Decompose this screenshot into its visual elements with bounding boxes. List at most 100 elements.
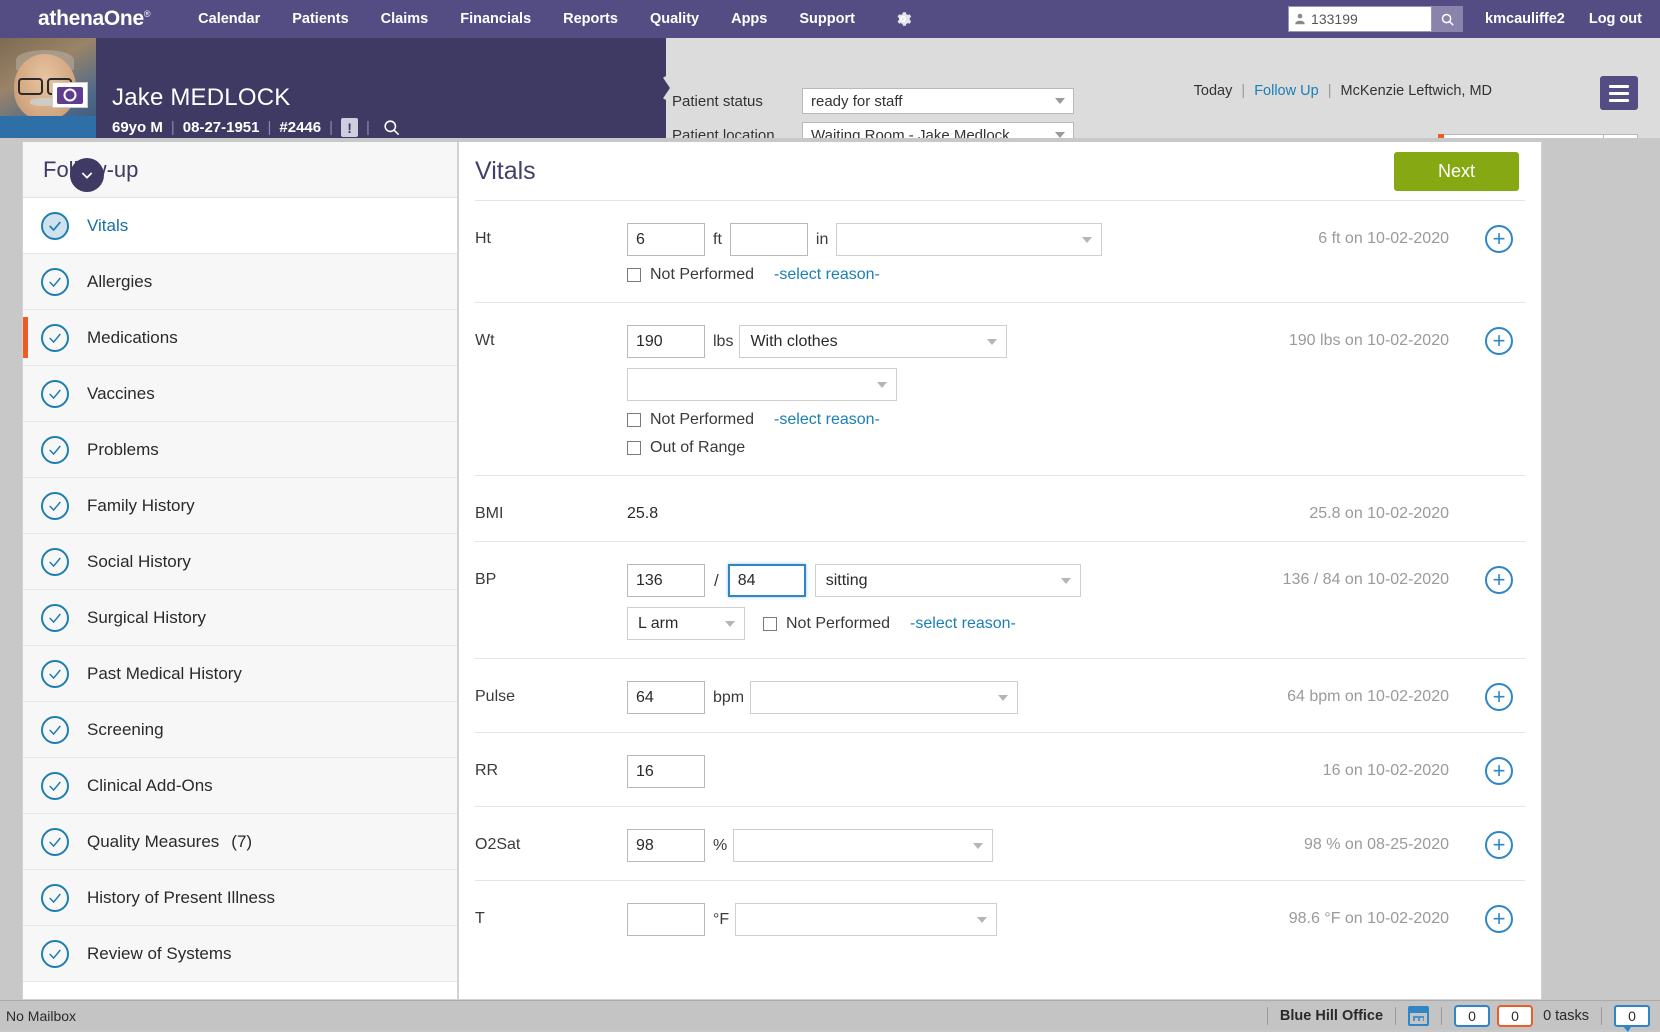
patient-search-box[interactable]: [1288, 6, 1432, 32]
nav-item-apps[interactable]: Apps: [715, 11, 783, 27]
chevron-down-icon: [725, 621, 735, 627]
sidebar-item-label: Allergies: [87, 272, 152, 292]
sidebar-item-review-of-systems[interactable]: Review of Systems: [23, 926, 457, 982]
divider: |: [366, 119, 370, 136]
respiratory-rate-input[interactable]: [627, 755, 705, 788]
patient-status-row: Patient status ready for staff: [672, 88, 1074, 114]
plus-circle-icon[interactable]: +: [1485, 566, 1513, 594]
gear-icon[interactable]: [891, 7, 915, 31]
alert-icon[interactable]: !: [341, 118, 358, 137]
calendar-icon[interactable]: [1408, 1006, 1429, 1026]
o2sat-method-select[interactable]: [733, 829, 993, 862]
weight-not-performed-checkbox[interactable]: [627, 413, 641, 427]
sidebar-item-allergies[interactable]: Allergies: [23, 254, 457, 310]
messages-badge[interactable]: 0: [1614, 1005, 1650, 1027]
bp-position-value: sitting: [826, 572, 868, 590]
check-circle-icon: [41, 268, 69, 296]
patient-status-select[interactable]: ready for staff: [802, 88, 1074, 114]
bp-diastolic-input[interactable]: [728, 564, 806, 597]
weight-clothing-select[interactable]: With clothes: [739, 325, 1007, 358]
height-not-performed-checkbox[interactable]: [627, 268, 641, 282]
height-inches-input[interactable]: [730, 223, 808, 256]
status-bar: No Mailbox Blue Hill Office 0 0 0 tasks …: [0, 1000, 1660, 1030]
height-inches-unit: in: [816, 231, 828, 249]
office-label: Blue Hill Office: [1280, 1008, 1383, 1024]
temperature-input[interactable]: [627, 903, 705, 936]
nav-item-support[interactable]: Support: [783, 11, 871, 27]
temperature-method-select[interactable]: [735, 903, 997, 936]
plus-circle-icon[interactable]: +: [1485, 757, 1513, 785]
app-logo-text: athenaOne: [38, 7, 144, 30]
sidebar-item-vitals[interactable]: Vitals: [23, 198, 457, 254]
camera-icon[interactable]: [52, 82, 88, 108]
weight-select-reason-link[interactable]: -select reason-: [774, 411, 880, 429]
bp-not-performed-checkbox[interactable]: [763, 617, 777, 631]
sidebar-item-screening[interactable]: Screening: [23, 702, 457, 758]
pulse-method-select[interactable]: [750, 681, 1018, 714]
plus-circle-icon[interactable]: +: [1485, 831, 1513, 859]
sidebar-item-surgical-history[interactable]: Surgical History: [23, 590, 457, 646]
weight-out-of-range-checkbox[interactable]: [627, 441, 641, 455]
nav-item-claims[interactable]: Claims: [365, 11, 445, 27]
sidebar-item-clinical-add-ons[interactable]: Clinical Add-Ons: [23, 758, 457, 814]
bp-select-reason-link[interactable]: -select reason-: [910, 615, 1016, 633]
plus-circle-icon[interactable]: +: [1485, 905, 1513, 933]
search-input[interactable]: [1311, 7, 1431, 31]
menu-line: [1609, 92, 1629, 95]
height-feet-input[interactable]: [627, 223, 705, 256]
bp-systolic-input[interactable]: [627, 564, 705, 597]
height-method-select[interactable]: [836, 223, 1102, 256]
sidebar-item-social-history[interactable]: Social History: [23, 534, 457, 590]
plus-circle-icon[interactable]: +: [1485, 225, 1513, 253]
check-circle-icon: [41, 884, 69, 912]
count-badge-orange[interactable]: 0: [1497, 1005, 1533, 1027]
context-visit-type[interactable]: Follow Up: [1254, 83, 1318, 99]
not-performed-label: Not Performed: [650, 266, 754, 284]
search-icon[interactable]: [1432, 6, 1463, 32]
app-logo[interactable]: athenaOne®: [38, 7, 150, 31]
sidebar-item-vaccines[interactable]: Vaccines: [23, 366, 457, 422]
sidebar-item-label: History of Present Illness: [87, 888, 275, 908]
hamburger-menu-icon[interactable]: [1600, 76, 1638, 110]
pulse-input[interactable]: [627, 681, 705, 714]
plus-circle-icon[interactable]: +: [1485, 327, 1513, 355]
nav-item-quality[interactable]: Quality: [634, 11, 715, 27]
sidebar-item-family-history[interactable]: Family History: [23, 478, 457, 534]
vitals-row-bmi: BMI 25.8 25.8 on 10-02-2020: [475, 475, 1525, 541]
bmi-history: 25.8 on 10-02-2020: [1309, 505, 1449, 523]
o2sat-unit: %: [713, 837, 727, 855]
vitals-row-temperature: T °F 98.6 °F on 10-02-2020 +: [475, 880, 1525, 954]
plus-circle-icon[interactable]: +: [1485, 683, 1513, 711]
next-button[interactable]: Next: [1394, 152, 1519, 191]
sidebar-item-label: Screening: [87, 720, 164, 740]
height-select-reason-link[interactable]: -select reason-: [774, 266, 880, 284]
weight-input[interactable]: [627, 325, 705, 358]
sidebar-item-medications[interactable]: Medications: [23, 310, 457, 366]
nav-item-calendar[interactable]: Calendar: [182, 11, 276, 27]
height-history: 6 ft on 10-02-2020: [1318, 230, 1449, 248]
check-circle-icon: [41, 436, 69, 464]
weight-clothing-value: With clothes: [750, 333, 837, 351]
nav-item-patients[interactable]: Patients: [276, 11, 364, 27]
patient-search-icon[interactable]: [382, 118, 401, 137]
o2sat-input[interactable]: [627, 829, 705, 862]
bp-site-select[interactable]: L arm: [627, 607, 745, 640]
chevron-down-icon[interactable]: [70, 158, 104, 192]
sidebar-item-label: Problems: [87, 440, 159, 460]
sidebar-item-label: Surgical History: [87, 608, 206, 628]
sidebar-item-past-medical-history[interactable]: Past Medical History: [23, 646, 457, 702]
encounter-context: Today | Follow Up | McKenzie Leftwich, M…: [1194, 83, 1492, 99]
sidebar-item-problems[interactable]: Problems: [23, 422, 457, 478]
status-bar-right: Blue Hill Office 0 0 0 tasks 0: [1255, 1005, 1660, 1027]
sidebar-item-history-of-present-illness[interactable]: History of Present Illness: [23, 870, 457, 926]
bp-position-select[interactable]: sitting: [815, 564, 1081, 597]
patient-chart-number: #2446: [279, 119, 321, 136]
weight-secondary-select[interactable]: [627, 368, 897, 401]
nav-item-reports[interactable]: Reports: [547, 11, 634, 27]
count-badge-blue[interactable]: 0: [1454, 1005, 1490, 1027]
logout-link[interactable]: Log out: [1589, 11, 1642, 27]
patient-dob: 08-27-1951: [183, 119, 260, 136]
nav-item-financials[interactable]: Financials: [444, 11, 547, 27]
sidebar-item-quality-measures[interactable]: Quality Measures (7): [23, 814, 457, 870]
divider: [1441, 1007, 1442, 1025]
